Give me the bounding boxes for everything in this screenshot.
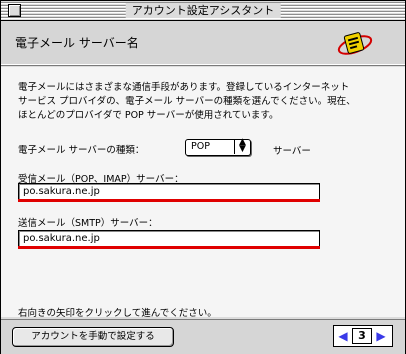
page-header: 電子メール サーバー名 [1, 21, 405, 66]
manual-setup-button[interactable]: アカウントを手動で設定する [12, 327, 174, 347]
up-down-arrows-icon: ▲ ▼ [234, 138, 250, 154]
server-type-value: POP [191, 141, 210, 152]
right-arrow-icon[interactable]: ▶ [374, 328, 388, 344]
page-title: 電子メール サーバー名 [15, 36, 139, 50]
server-type-label: 電子メール サーバーの種類： [18, 145, 145, 156]
footer-bar: アカウントを手動で設定する ◀ 3 ▶ [1, 319, 405, 354]
server-type-row: 電子メール サーバーの種類： POP ▲ ▼ サーバー [18, 138, 398, 159]
hint-text: 右向きの矢印をクリックして進んでください。 [18, 308, 217, 319]
incoming-underline [18, 199, 320, 202]
window-title: アカウント設定アシスタント [125, 3, 281, 18]
intro-text: 電子メールにはさまざまな通信手段があります。登録しているインターネット サービス… [18, 81, 398, 123]
outgoing-server-value: po.sakura.ne.jp [23, 233, 100, 244]
intro-line-3: ほとんどのプロバイダで POP サーバーが使用されています。 [18, 110, 279, 121]
page-number: 3 [352, 328, 372, 344]
left-arrow-icon[interactable]: ◀ [336, 328, 350, 344]
incoming-server-value: po.sakura.ne.jp [23, 186, 100, 197]
title-bar[interactable]: アカウント設定アシスタント [1, 1, 405, 21]
outgoing-server-label: 送信メール（SMTP）サーバー： [18, 218, 158, 229]
page-navigator: ◀ 3 ▶ [333, 325, 393, 347]
email-icon [337, 32, 373, 55]
content-panel: 電子メールにはさまざまな通信手段があります。登録しているインターネット サービス… [1, 67, 405, 319]
assistant-window: アカウント設定アシスタント 電子メール サーバー名 電子メールにはさまざまな通信… [0, 0, 406, 354]
outgoing-underline [18, 246, 320, 249]
server-type-popup[interactable]: POP ▲ ▼ [185, 138, 251, 156]
close-box-icon[interactable] [8, 4, 21, 17]
intro-line-1: 電子メールにはさまざまな通信手段があります。登録しているインターネット [18, 82, 350, 93]
intro-line-2: サービス プロバイダの、電子メール サーバーの種類を選んでください。現在、 [18, 96, 356, 107]
server-suffix-label: サーバー [273, 146, 311, 157]
